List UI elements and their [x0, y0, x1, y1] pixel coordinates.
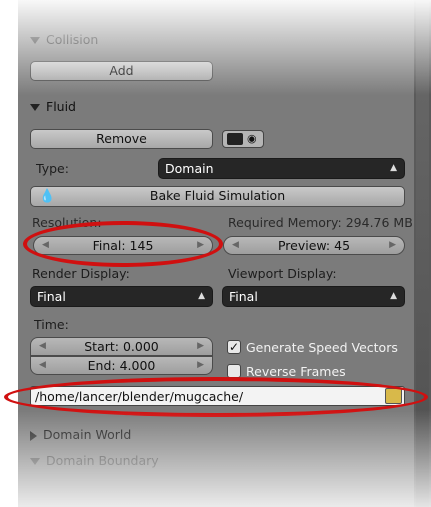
collision-title: Collision: [46, 32, 99, 47]
preview-resolution-value: Preview: 45: [277, 238, 351, 253]
add-collision-button[interactable]: Add: [30, 61, 213, 81]
expand-triangle-icon: [30, 37, 40, 44]
render-display-dropdown[interactable]: Final ▲: [30, 286, 213, 307]
updown-arrow-icon: ▲: [390, 163, 397, 173]
required-memory-label: Required Memory: 294.76 MB: [228, 215, 413, 230]
render-camera-icon[interactable]: [227, 133, 243, 145]
render-display-label: Render Display:: [32, 266, 130, 281]
fluid-header[interactable]: Fluid: [30, 99, 76, 114]
expand-triangle-icon: [30, 104, 40, 111]
domain-boundary-title: Domain Boundary: [46, 453, 159, 468]
end-time-field[interactable]: ◀ End: 4.000 ▶: [30, 356, 213, 375]
fluid-type-value: Domain: [165, 161, 214, 176]
render-display-value: Final: [37, 289, 66, 304]
fluid-type-dropdown[interactable]: Domain ▲: [158, 158, 405, 179]
reverse-frames-checkbox[interactable]: [227, 364, 241, 378]
viewport-display-label: Viewport Display:: [228, 266, 337, 281]
highlight-ellipse-resolution: [23, 221, 223, 267]
updown-arrow-icon: ▲: [198, 291, 205, 301]
droplet-icon: 💧: [39, 189, 56, 204]
start-time-field[interactable]: ◀ Start: 0.000 ▶: [30, 337, 213, 356]
highlight-ellipse-cache-path: [4, 377, 428, 417]
domain-world-header[interactable]: Domain World: [30, 427, 131, 442]
bake-fluid-button[interactable]: 💧 Bake Fluid Simulation: [30, 186, 405, 207]
viewport-display-value: Final: [229, 289, 258, 304]
eye-icon[interactable]: ◉: [247, 132, 257, 145]
domain-world-title: Domain World: [43, 427, 132, 442]
start-time-value: Start: 0.000: [84, 339, 159, 354]
end-time-value: End: 4.000: [87, 358, 156, 373]
domain-boundary-header[interactable]: Domain Boundary: [30, 453, 159, 468]
speed-vectors-checkbox[interactable]: ✓: [227, 340, 241, 354]
speed-vectors-label: Generate Speed Vectors: [246, 340, 398, 355]
increment-arrow-icon[interactable]: ▶: [197, 357, 204, 374]
preview-resolution-field[interactable]: ◀ Preview: 45 ▶: [223, 236, 405, 255]
decrement-arrow-icon[interactable]: ◀: [39, 338, 46, 355]
time-label: Time:: [34, 317, 69, 332]
updown-arrow-icon: ▲: [390, 291, 397, 301]
fluid-title: Fluid: [46, 99, 76, 114]
bake-fluid-label: Bake Fluid Simulation: [149, 188, 286, 203]
collision-header[interactable]: Collision: [30, 32, 98, 47]
render-visibility-toggles[interactable]: ◉: [222, 130, 264, 148]
decrement-arrow-icon[interactable]: ◀: [232, 237, 239, 254]
viewport-display-dropdown[interactable]: Final ▲: [222, 286, 405, 307]
type-label: Type:: [36, 161, 69, 176]
increment-arrow-icon[interactable]: ▶: [197, 338, 204, 355]
panel-scrollbar[interactable]: [414, 0, 431, 507]
increment-arrow-icon[interactable]: ▶: [389, 237, 396, 254]
remove-fluid-button[interactable]: Remove: [30, 129, 213, 149]
expand-triangle-icon: [30, 458, 40, 465]
decrement-arrow-icon[interactable]: ◀: [39, 357, 46, 374]
collapse-triangle-icon: [30, 430, 37, 441]
